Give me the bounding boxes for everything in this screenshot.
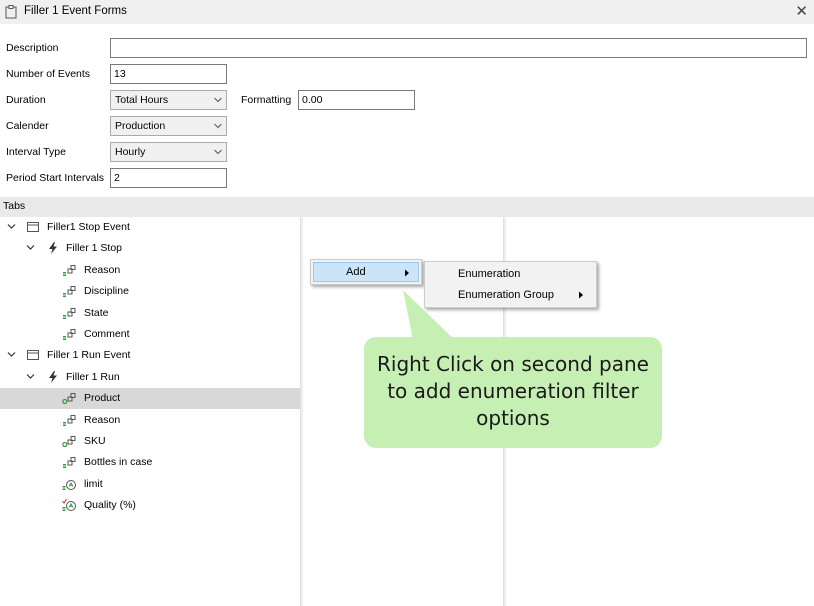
tree-item-filler-1-run-event[interactable]: Filler 1 Run Event (0, 345, 300, 366)
tree-item-label: limit (84, 478, 103, 490)
key-field-icon (62, 393, 76, 405)
field-icon (63, 308, 76, 319)
tree-item-label: Reason (84, 264, 121, 276)
calc-check-field-icon (62, 498, 76, 511)
tree-item-label: Filler 1 Stop (66, 242, 123, 254)
chevron-down-icon[interactable] (26, 372, 35, 381)
tree-item-discipline[interactable]: Discipline (0, 281, 300, 302)
tree-item-label: Product (84, 392, 121, 404)
tabs-tree-pane[interactable]: Filler1 Stop Event Filler 1 Stop Reason … (0, 217, 300, 606)
window-title: Filler 1 Event Forms (24, 5, 127, 17)
field-icon (63, 415, 76, 426)
menu-item-enumeration[interactable]: Enumeration (425, 264, 596, 284)
tree-item-reason[interactable]: Reason (0, 260, 300, 281)
tabs-section-header: Tabs (0, 197, 814, 217)
duration-label: Duration (6, 94, 46, 106)
submenu-arrow-icon (579, 291, 583, 299)
tree-item-filler-1-stop[interactable]: Filler 1 Stop (0, 238, 300, 259)
duration-select[interactable]: Total Hours (110, 90, 227, 110)
tree-item-label: Bottles in case (84, 456, 153, 468)
chevron-down-icon[interactable] (7, 350, 16, 359)
chevron-down-icon (214, 97, 222, 103)
tree-item-limit[interactable]: limit (0, 474, 300, 495)
calc-field-icon (62, 480, 76, 490)
instruction-callout: Right Click on second pane to add enumer… (364, 337, 662, 448)
tree-item-bottles-in-case[interactable]: Bottles in case (0, 452, 300, 473)
close-icon[interactable]: ✕ (795, 2, 808, 20)
add-submenu: Enumeration Enumeration Group (424, 261, 597, 308)
interval-type-select[interactable]: Hourly (110, 142, 227, 162)
interval-type-label: Interval Type (6, 146, 66, 158)
field-icon (63, 329, 76, 340)
tree-item-reason[interactable]: Reason (0, 410, 300, 431)
period-start-intervals-label: Period Start Intervals (6, 172, 105, 184)
tree-item-label: Filler 1 Run Event (47, 349, 131, 361)
chevron-down-icon[interactable] (7, 222, 16, 231)
tabs-header-label: Tabs (3, 200, 26, 212)
tree-item-label: Quality (%) (84, 499, 136, 511)
menu-item-add-label: Add (346, 266, 366, 278)
field-icon (63, 457, 76, 468)
menu-item-label: Enumeration (458, 268, 521, 280)
tree-item-label: Discipline (84, 285, 129, 297)
description-field[interactable] (110, 38, 807, 58)
number-of-events-label: Number of Events (6, 68, 91, 80)
tree-item-label: SKU (84, 435, 106, 447)
field-icon (63, 286, 76, 297)
submenu-arrow-icon (405, 269, 409, 277)
callout-text: Right Click on second pane to add enumer… (377, 352, 649, 430)
duration-selected: Total Hours (115, 94, 169, 106)
chevron-down-icon (214, 149, 222, 155)
tree-item-label: Comment (84, 328, 130, 340)
tree-item-label: State (84, 307, 109, 319)
chevron-down-icon (214, 123, 222, 129)
form-tab-icon (27, 350, 39, 360)
context-menu: Add (310, 259, 422, 285)
tree-item-label: Reason (84, 414, 121, 426)
tree-item-comment[interactable]: Comment (0, 324, 300, 345)
field-icon (63, 265, 76, 276)
menu-item-add[interactable]: Add (313, 262, 419, 282)
period-start-intervals-field[interactable]: 2 (110, 168, 227, 188)
lightning-event-icon (49, 242, 57, 254)
tree-item-filler1-stop-event[interactable]: Filler1 Stop Event (0, 217, 300, 238)
calender-selected: Production (115, 120, 166, 132)
tree-item-sku[interactable]: SKU (0, 431, 300, 452)
tree-item-state[interactable]: State (0, 303, 300, 324)
calender-label: Calender (6, 120, 49, 132)
chevron-down-icon[interactable] (26, 243, 35, 252)
window-titlebar: Filler 1 Event Forms ✕ (0, 0, 814, 24)
menu-item-label: Enumeration Group (458, 289, 554, 301)
number-of-events-field[interactable]: 13 (110, 64, 227, 84)
key-field-icon (62, 436, 76, 448)
formatting-label: Formatting (241, 94, 292, 106)
menu-item-enumeration-group[interactable]: Enumeration Group (425, 285, 596, 305)
description-label: Description (6, 42, 59, 54)
calender-select[interactable]: Production (110, 116, 227, 136)
lightning-event-icon (49, 371, 57, 383)
formatting-field[interactable]: 0.00 (298, 90, 415, 110)
tree-item-label: Filler1 Stop Event (47, 221, 130, 233)
tree-item-product[interactable]: Product (0, 388, 300, 409)
interval-type-selected: Hourly (115, 146, 146, 158)
tree-item-quality[interactable]: Quality (%) (0, 495, 300, 516)
tree-item-label: Filler 1 Run (66, 371, 120, 383)
clipboard-icon (5, 5, 17, 19)
tree-item-filler-1-run[interactable]: Filler 1 Run (0, 367, 300, 388)
pane-splitter[interactable] (300, 217, 303, 606)
form-tab-icon (27, 222, 39, 232)
